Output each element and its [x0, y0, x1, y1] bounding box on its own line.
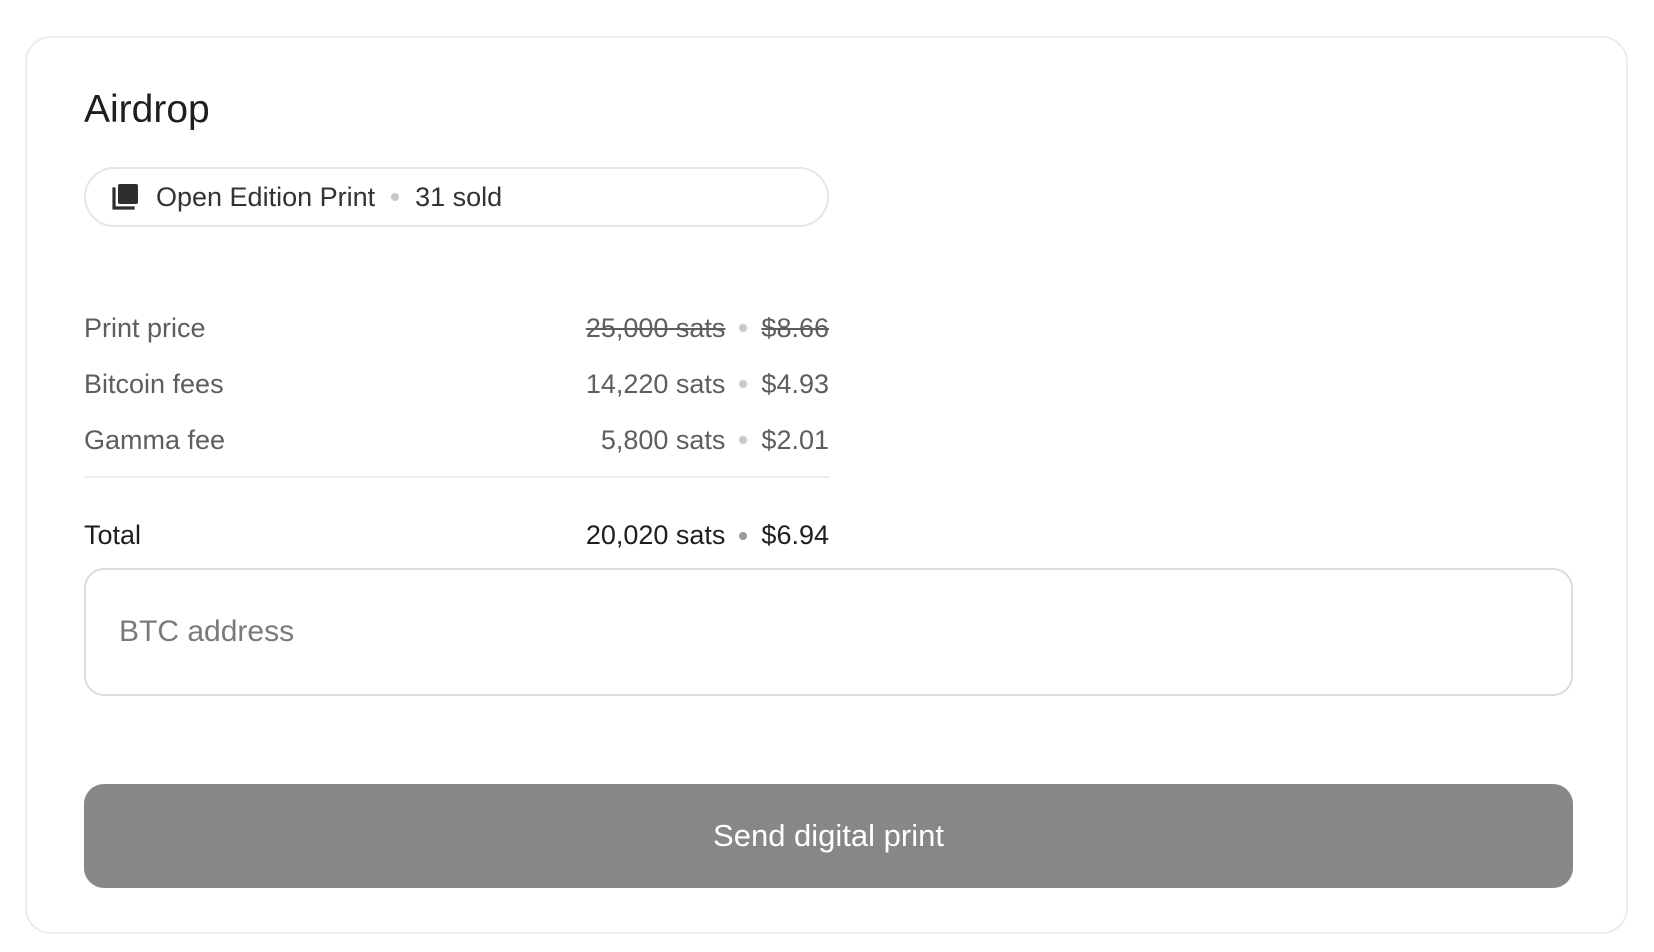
send-digital-print-button[interactable]: Send digital print: [84, 784, 1573, 888]
line-item-value: 5,800 sats $2.01: [601, 425, 829, 456]
total-row: Total 20,020 sats $6.94: [84, 520, 829, 551]
line-item-sats: 5,800 sats: [600, 424, 726, 455]
total-sats: 20,020 sats: [585, 520, 726, 550]
divider: [84, 476, 829, 478]
sold-count: 31 sold: [415, 181, 503, 212]
total-label: Total: [84, 520, 142, 550]
btc-address-input[interactable]: [86, 570, 1571, 694]
line-item-usd: $2.01: [761, 424, 829, 455]
separator-dot: [739, 436, 748, 444]
btc-address-field: [84, 568, 1573, 696]
copies-icon: [110, 182, 140, 212]
line-item-print-price: Print price 25,000 sats $8.66: [84, 300, 829, 356]
price-breakdown: Print price 25,000 sats $8.66 Bitcoin fe…: [84, 300, 829, 468]
total-usd: $6.94: [761, 520, 829, 550]
line-item-label: Gamma fee: [84, 424, 226, 455]
line-item-sats: 14,220 sats: [585, 368, 726, 399]
line-item-value: 14,220 sats $4.93: [586, 369, 829, 400]
line-item-gamma-fee: Gamma fee 5,800 sats $2.01: [84, 412, 829, 468]
separator-dot: [391, 193, 400, 201]
airdrop-card: Airdrop Open Edition Print 31 sold Print…: [25, 36, 1628, 934]
separator-dot: [739, 380, 748, 388]
line-item-label: Bitcoin fees: [84, 368, 224, 399]
edition-label: Open Edition Print: [156, 181, 376, 212]
line-item-bitcoin-fees: Bitcoin fees 14,220 sats $4.93: [84, 356, 829, 412]
separator-dot: [739, 324, 748, 332]
line-item-sats: 25,000 sats: [585, 312, 726, 343]
line-item-usd: $4.93: [761, 368, 829, 399]
line-item-value: 25,000 sats $8.66: [586, 313, 829, 344]
edition-badge: Open Edition Print 31 sold: [84, 167, 829, 227]
separator-dot: [739, 531, 748, 540]
total-value: 20,020 sats $6.94: [586, 520, 829, 551]
card-title: Airdrop: [84, 88, 210, 131]
line-item-label: Print price: [84, 312, 206, 343]
line-item-usd: $8.66: [761, 312, 829, 343]
